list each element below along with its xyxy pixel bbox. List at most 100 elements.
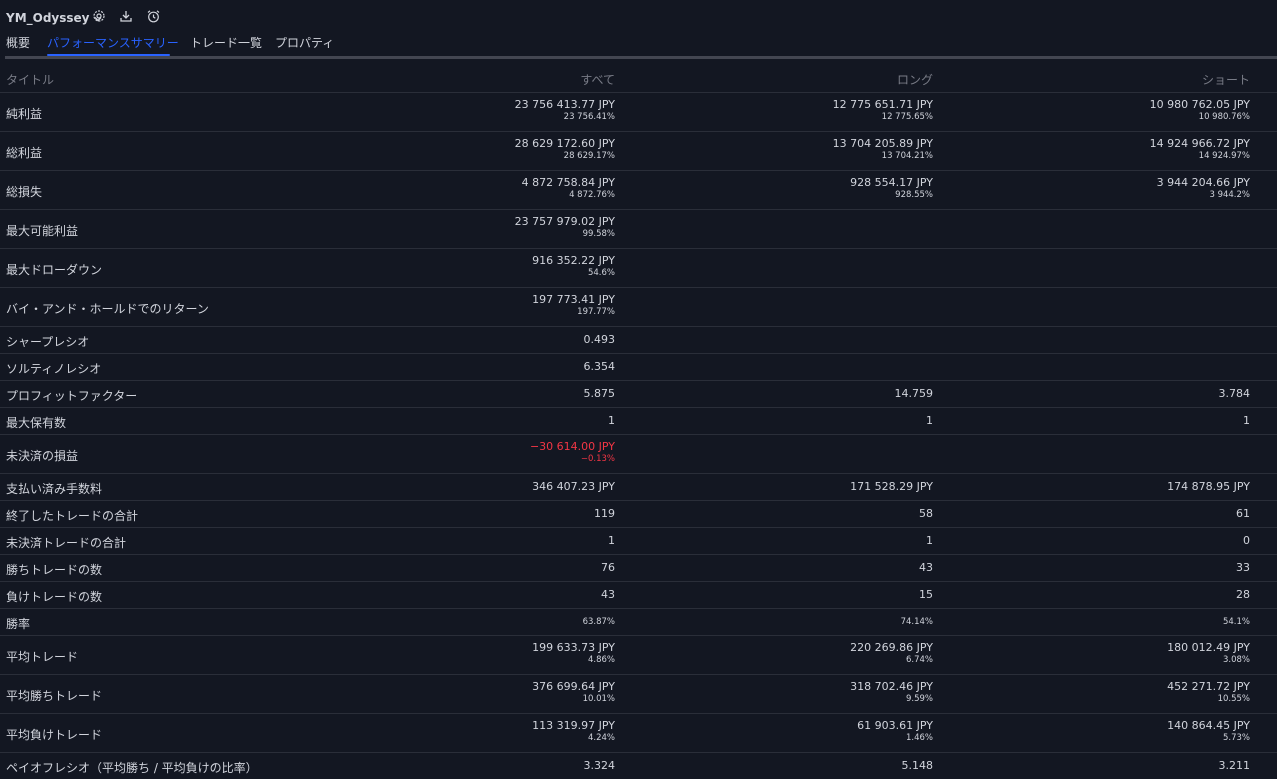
cell-value: 3.324 (583, 759, 616, 772)
cell-value: 4 872 758.84 JPY (521, 176, 615, 189)
cell-value: 74.14% (900, 617, 933, 627)
cell-percent: 54.6% (587, 268, 615, 278)
strategy-selector[interactable]: YM_Odyssey (6, 8, 103, 28)
cell-short: 180 012.49 JPY 3.08% (1167, 641, 1250, 666)
cell-percent: 14 924.97% (1198, 151, 1250, 161)
cell-all: 1 (608, 534, 615, 548)
tabs-divider (5, 56, 1277, 59)
table-row: バイ・アンド・ホールドでのリターン 197 773.41 JPY 197.77% (0, 287, 1277, 326)
table-row: 未決済トレードの合計 1 1 0 (0, 527, 1277, 554)
cell-long: 1 (926, 534, 933, 548)
table-row: 支払い済み手数料 346 407.23 JPY 171 528.29 JPY 174 … (0, 473, 1277, 500)
cell-long: 1 (926, 414, 933, 428)
cell-long: 13 704 205.89 JPY 13 704.21% (833, 137, 933, 162)
table-row: 平均トレード 199 633.73 JPY 4.86% 220 269.86 JPY 6… (0, 635, 1277, 674)
tab-trade-list[interactable]: トレード一覧 (190, 34, 262, 51)
row-title: 終了したトレードの合計 (6, 509, 139, 523)
cell-short: 1 (1243, 414, 1250, 428)
cell-percent: 99.58% (582, 229, 615, 239)
cell-value: 6.354 (583, 360, 616, 373)
cell-value: 61 903.61 JPY (857, 719, 933, 732)
table-header: タイトル すべて ロング ショート (0, 64, 1277, 92)
tab-overview[interactable]: 概要 (6, 34, 30, 51)
cell-value: 1 (926, 414, 933, 427)
table-row: 勝率 63.87% 74.14% 54.1% (0, 608, 1277, 635)
cell-value: 452 271.72 JPY (1167, 680, 1250, 693)
cell-percent: 13 704.21% (881, 151, 933, 161)
cell-percent: 3 944.2% (1209, 190, 1250, 200)
table-row: プロフィットファクター 5.875 14.759 3.784 (0, 380, 1277, 407)
cell-value: 1 (608, 534, 615, 547)
row-title: 平均負けトレード (6, 728, 103, 742)
cell-all: 1 (608, 414, 615, 428)
cell-all: 346 407.23 JPY (532, 480, 615, 494)
table-row: シャープレシオ 0.493 (0, 326, 1277, 353)
row-title: 勝率 (6, 617, 31, 631)
row-title: 支払い済み手数料 (6, 482, 103, 496)
cell-value: 63.87% (582, 617, 615, 627)
cell-all: 197 773.41 JPY 197.77% (532, 293, 615, 318)
table-row: ペイオフレシオ（平均勝ち / 平均負けの比率） 3.324 5.148 3.211 (0, 752, 1277, 779)
cell-value: 174 878.95 JPY (1167, 480, 1250, 493)
cell-percent: 5.73% (1222, 733, 1250, 743)
cell-all: 76 (601, 561, 615, 575)
row-title: 平均勝ちトレード (6, 689, 103, 703)
cell-all: 916 352.22 JPY 54.6% (532, 254, 615, 279)
cell-percent: 1.46% (905, 733, 933, 743)
table-row: 最大保有数 1 1 1 (0, 407, 1277, 434)
cell-value: 318 702.46 JPY (850, 680, 933, 693)
cell-all: 119 (594, 507, 615, 521)
cell-value: 140 864.45 JPY (1167, 719, 1250, 732)
table-row: 終了したトレードの合計 119 58 61 (0, 500, 1277, 527)
cell-value: 14 924 966.72 JPY (1149, 137, 1250, 150)
cell-value: 12 775 651.71 JPY (832, 98, 933, 111)
cell-percent: 6.74% (905, 655, 933, 665)
cell-value: 928 554.17 JPY (850, 176, 933, 189)
cell-value: 119 (594, 507, 615, 520)
cell-percent: 4 872.76% (569, 190, 615, 200)
cell-all: 4 872 758.84 JPY 4 872.76% (522, 176, 615, 201)
cell-short: 0 (1243, 534, 1250, 548)
tab-performance-summary[interactable]: パフォーマンスサマリー (47, 34, 179, 51)
cell-percent: 28 629.17% (563, 151, 615, 161)
cell-value: 43 (919, 561, 933, 574)
cell-short: 54.1% (1223, 615, 1250, 629)
cell-value: 3.211 (1218, 759, 1251, 772)
header-all: すべて (580, 73, 615, 87)
cell-value: 13 704 205.89 JPY (832, 137, 933, 150)
cell-all: 6.354 (584, 360, 616, 374)
cell-value: 54.1% (1222, 617, 1250, 627)
cell-value: 199 633.73 JPY (532, 641, 615, 654)
cell-short: 3 944 204.66 JPY 3 944.2% (1157, 176, 1250, 201)
cell-value: 5.875 (583, 387, 616, 400)
table-row: 勝ちトレードの数 76 43 33 (0, 554, 1277, 581)
tab-properties[interactable]: プロパティ (275, 34, 334, 51)
cell-value: 23 756 413.77 JPY (514, 98, 615, 111)
row-title: 最大保有数 (6, 416, 67, 430)
alarm-clock-icon[interactable] (144, 7, 162, 25)
cell-percent: 4.24% (587, 733, 615, 743)
gear-icon[interactable] (90, 7, 108, 25)
cell-all: 3.324 (584, 759, 616, 773)
cell-all: −30 614.00 JPY −0.13% (530, 440, 615, 465)
cell-value: 76 (601, 561, 615, 574)
cell-short: 14 924 966.72 JPY 14 924.97% (1150, 137, 1250, 162)
cell-value: 197 773.41 JPY (532, 293, 615, 306)
cell-percent: 9.59% (905, 694, 933, 704)
download-icon[interactable] (117, 7, 135, 25)
cell-short: 33 (1236, 561, 1250, 575)
cell-long: 43 (919, 561, 933, 575)
strategy-name: YM_Odyssey (6, 11, 90, 25)
cell-short: 10 980 762.05 JPY 10 980.76% (1150, 98, 1250, 123)
table-row: 総利益 28 629 172.60 JPY 28 629.17% 13 704 205… (0, 131, 1277, 170)
table-row: 未決済の損益 −30 614.00 JPY −0.13% (0, 434, 1277, 473)
cell-value: 15 (919, 588, 933, 601)
cell-value: 0 (1243, 534, 1250, 547)
table-row: 最大可能利益 23 757 979.02 JPY 99.58% (0, 209, 1277, 248)
cell-short: 452 271.72 JPY 10.55% (1167, 680, 1250, 705)
cell-value: 28 (1236, 588, 1250, 601)
cell-long: 12 775 651.71 JPY 12 775.65% (833, 98, 933, 123)
cell-value: 23 757 979.02 JPY (514, 215, 615, 228)
table-row: 純利益 23 756 413.77 JPY 23 756.41% 12 775 651… (0, 92, 1277, 131)
cell-long: 220 269.86 JPY 6.74% (850, 641, 933, 666)
